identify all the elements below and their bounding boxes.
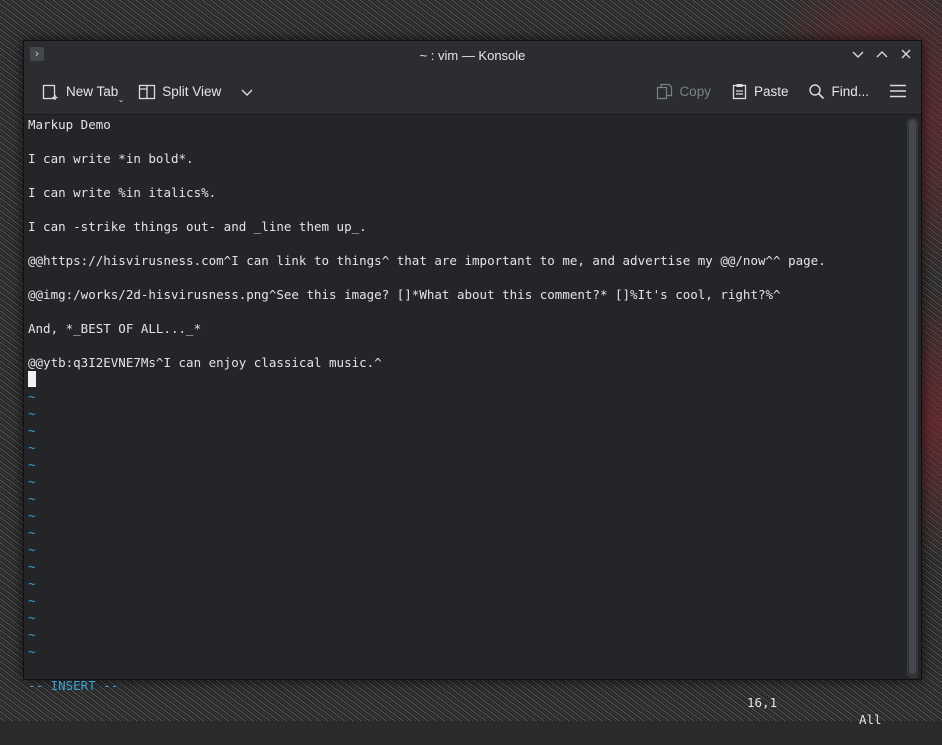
editor-line: @@img:/works/2d-hisvirusness.png^See thi… — [28, 287, 781, 302]
paste-icon — [732, 83, 747, 99]
split-view-button[interactable]: Split View — [132, 76, 227, 108]
window-title: ~ : vim — Konsole — [419, 47, 526, 63]
empty-line-marker: ~ — [28, 576, 36, 591]
chevron-up-icon — [876, 51, 888, 58]
editor-line: Markup Demo — [28, 117, 111, 132]
maximize-button[interactable] — [873, 45, 891, 65]
new-tab-label: New Tab — [66, 84, 119, 99]
chevron-down-icon — [852, 51, 864, 58]
minimize-button[interactable] — [849, 45, 867, 65]
search-icon — [809, 83, 825, 99]
find-button[interactable]: Find... — [802, 75, 875, 107]
editor-buffer[interactable]: Markup Demo I can write *in bold*. I can w… — [28, 116, 826, 660]
konsole-icon[interactable]: › — [30, 47, 44, 61]
editor-line: I can write *in bold*. — [28, 151, 194, 166]
chevron-down-icon[interactable]: ⌄ — [118, 95, 125, 104]
empty-line-marker: ~ — [28, 627, 36, 642]
empty-line-marker: ~ — [28, 423, 36, 438]
vim-status-line: -- INSERT -- 16,1 All — [28, 660, 888, 727]
cursor-position: 16,1 — [747, 695, 778, 710]
empty-line-marker: ~ — [28, 440, 36, 455]
empty-line-marker: ~ — [28, 644, 36, 659]
close-icon — [901, 49, 911, 59]
empty-line-marker: ~ — [28, 559, 36, 574]
toolbar: New Tab ⌄ Split View Copy Paste Find... — [24, 69, 921, 115]
split-view-menu-button[interactable] — [235, 76, 259, 108]
terminal-view[interactable]: Markup Demo I can write *in bold*. I can w… — [24, 115, 921, 727]
split-view-label: Split View — [162, 84, 222, 99]
scrollbar-thumb[interactable] — [909, 120, 916, 674]
cursor-line — [28, 371, 826, 388]
empty-line-marker: ~ — [28, 593, 36, 608]
find-label: Find... — [831, 83, 869, 99]
editor-line: I can write %in italics%. — [28, 185, 217, 200]
split-view-icon — [139, 84, 156, 99]
copy-icon — [657, 83, 673, 99]
scrollbar[interactable] — [907, 118, 918, 678]
copy-label: Copy — [679, 83, 711, 99]
empty-line-marker: ~ — [28, 542, 36, 557]
empty-line-marker: ~ — [28, 474, 36, 489]
empty-line-marker: ~ — [28, 610, 36, 625]
close-button[interactable] — [897, 45, 915, 65]
hamburger-menu-icon — [890, 84, 906, 98]
window-controls — [849, 45, 915, 65]
empty-line-marker: ~ — [28, 389, 36, 404]
title-bar[interactable]: › ~ : vim — Konsole — [24, 41, 921, 69]
empty-line-marker: ~ — [28, 508, 36, 523]
chevron-down-icon — [241, 89, 253, 96]
paste-button[interactable]: Paste — [725, 75, 795, 107]
hamburger-menu-button[interactable] — [883, 75, 913, 107]
empty-line-marker: ~ — [28, 457, 36, 472]
editor-line: And, *_BEST OF ALL..._* — [28, 321, 202, 336]
vim-mode-indicator: -- INSERT -- — [28, 678, 119, 693]
text-cursor — [28, 371, 36, 387]
empty-line-marker: ~ — [28, 406, 36, 421]
empty-line-marker: ~ — [28, 525, 36, 540]
new-tab-button[interactable]: New Tab ⌄ — [36, 76, 124, 108]
konsole-window: › ~ : vim — Konsole New Tab ⌄ Split View… — [23, 40, 922, 727]
scroll-position: All — [859, 712, 882, 727]
empty-line-marker: ~ — [28, 491, 36, 506]
editor-line: @@ytb:q3I2EVNE7Ms^I can enjoy classical … — [28, 355, 382, 370]
new-tab-icon — [42, 84, 58, 100]
editor-line: @@https://hisvirusness.com^I can link to… — [28, 253, 826, 268]
copy-button[interactable]: Copy — [650, 75, 717, 107]
paste-label: Paste — [753, 83, 789, 99]
editor-line: I can -strike things out- and _line them… — [28, 219, 367, 234]
